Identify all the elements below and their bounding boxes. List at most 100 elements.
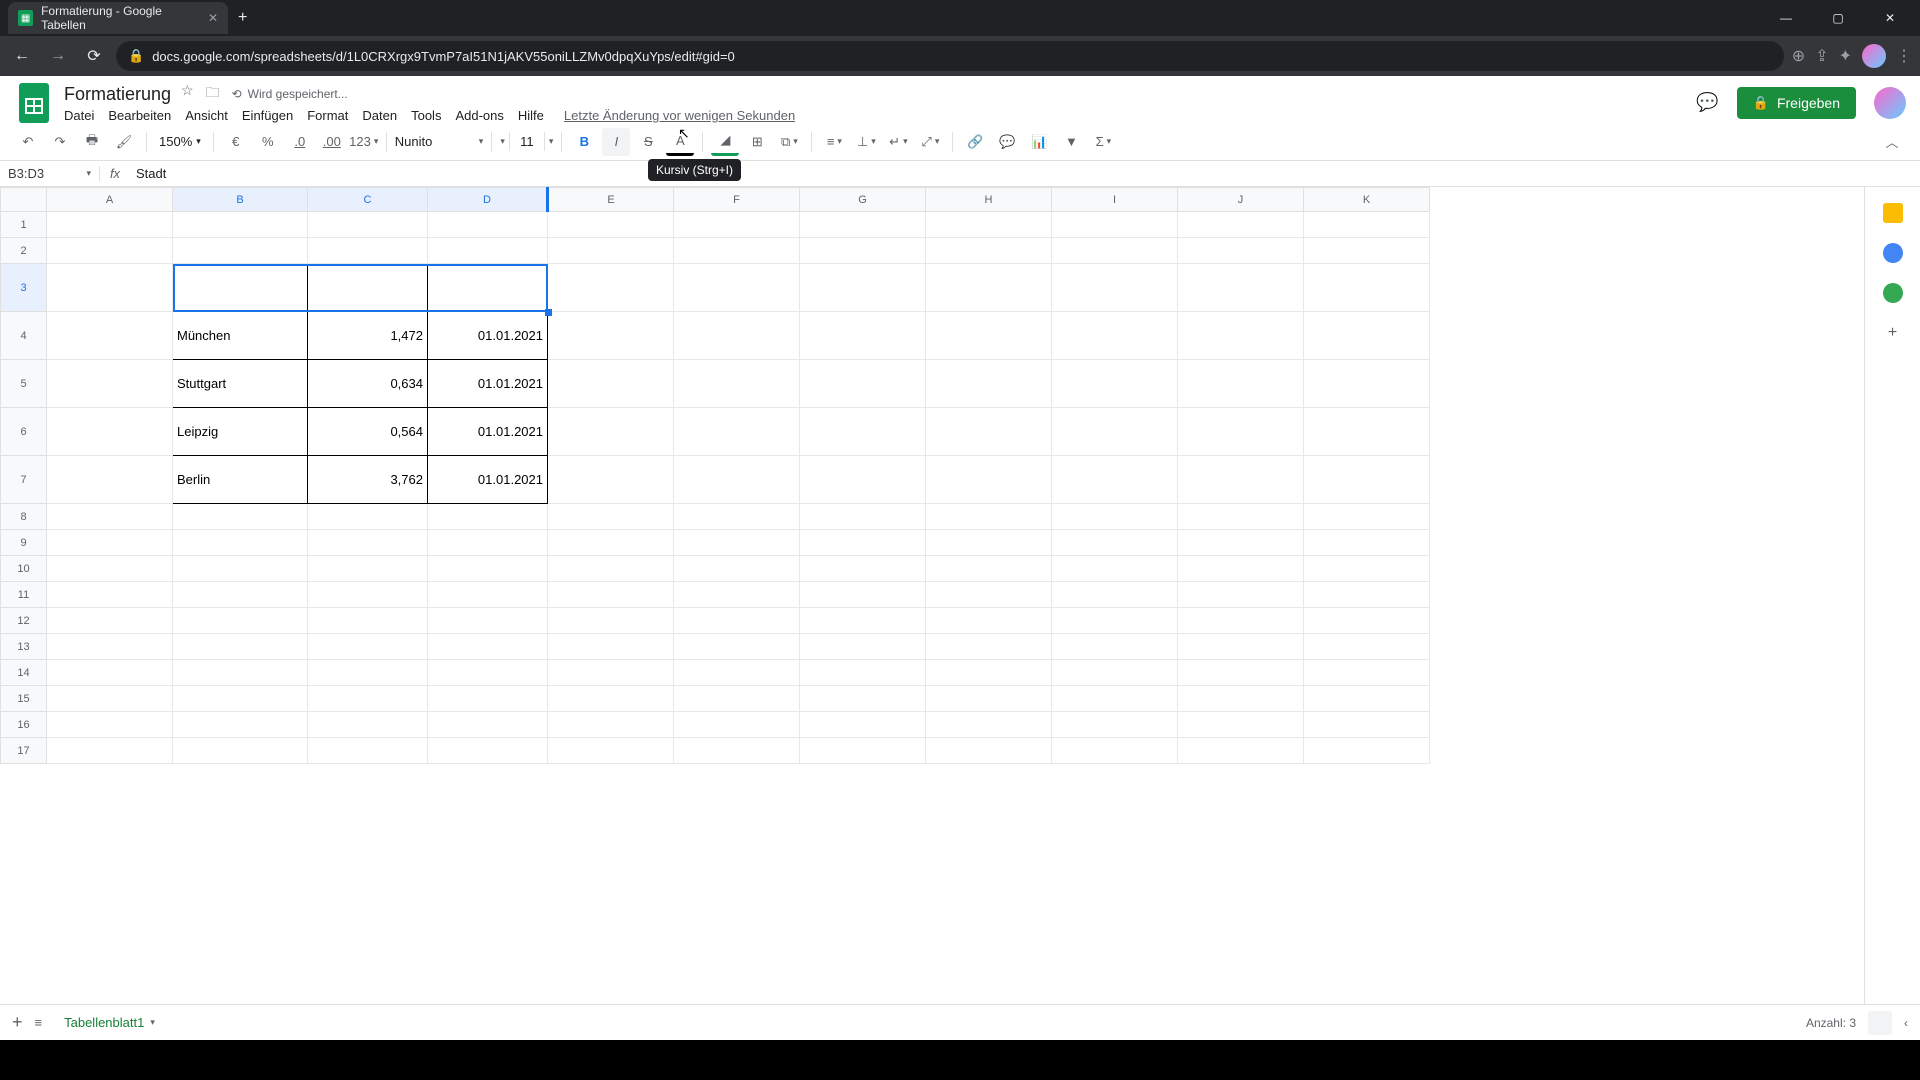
bold-button[interactable]: B bbox=[570, 128, 598, 156]
font-size-input[interactable]: 11 bbox=[509, 132, 545, 151]
back-button[interactable]: ← bbox=[8, 42, 36, 70]
menu-daten[interactable]: Daten bbox=[362, 108, 397, 123]
col-header[interactable]: F bbox=[674, 188, 800, 212]
menu-format[interactable]: Format bbox=[307, 108, 348, 123]
row-header[interactable]: 15 bbox=[1, 686, 47, 712]
insert-chart-button[interactable]: 📊 bbox=[1025, 128, 1053, 156]
selection-count[interactable]: Anzahl: 3 bbox=[1806, 1016, 1856, 1030]
add-addon-icon[interactable]: + bbox=[1883, 323, 1903, 343]
formula-input[interactable]: Stadt bbox=[130, 166, 172, 181]
row-header[interactable]: 7 bbox=[1, 456, 47, 504]
functions-button[interactable]: Σ bbox=[1089, 128, 1117, 156]
table-header-cell[interactable]: Einwohner (Mio) bbox=[308, 264, 428, 312]
menu-addons[interactable]: Add-ons bbox=[455, 108, 503, 123]
table-cell[interactable]: 3,762 bbox=[308, 456, 428, 504]
col-header[interactable]: I bbox=[1052, 188, 1178, 212]
star-icon[interactable]: ☆ bbox=[181, 82, 194, 106]
insert-link-button[interactable]: 🔗 bbox=[961, 128, 989, 156]
extensions-icon[interactable]: ✦ bbox=[1839, 46, 1852, 66]
row-header[interactable]: 5 bbox=[1, 360, 47, 408]
collapse-toolbar-button[interactable]: ︿ bbox=[1878, 128, 1906, 156]
zoom-icon[interactable]: ⊕ bbox=[1792, 46, 1805, 66]
profile-avatar-icon[interactable] bbox=[1862, 44, 1886, 68]
all-sheets-button[interactable]: ≡ bbox=[35, 1015, 43, 1030]
zoom-select[interactable]: 150%▾ bbox=[155, 134, 205, 149]
add-sheet-button[interactable]: + bbox=[12, 1012, 23, 1033]
table-cell[interactable]: München bbox=[173, 312, 308, 360]
row-header[interactable]: 9 bbox=[1, 530, 47, 556]
strikethrough-button[interactable]: S bbox=[634, 128, 662, 156]
sheets-logo-icon[interactable] bbox=[14, 83, 54, 123]
text-color-button[interactable]: A bbox=[666, 128, 694, 156]
col-header[interactable]: J bbox=[1178, 188, 1304, 212]
italic-button[interactable]: I bbox=[602, 128, 630, 156]
col-header[interactable]: E bbox=[548, 188, 674, 212]
font-size-increase[interactable]: ▾ bbox=[549, 136, 554, 147]
increase-decimal-button[interactable]: .00 bbox=[318, 128, 346, 156]
vertical-align-button[interactable]: ⊥ bbox=[852, 128, 880, 156]
undo-button[interactable]: ↶ bbox=[14, 128, 42, 156]
maximize-button[interactable]: ▢ bbox=[1816, 11, 1860, 25]
comments-icon[interactable]: 💬 bbox=[1696, 92, 1718, 113]
row-header[interactable]: 16 bbox=[1, 712, 47, 738]
new-tab-button[interactable]: + bbox=[228, 9, 257, 27]
table-header-cell[interactable]: Stadt bbox=[173, 264, 308, 312]
menu-bearbeiten[interactable]: Bearbeiten bbox=[108, 108, 171, 123]
row-header[interactable]: 8 bbox=[1, 504, 47, 530]
currency-button[interactable]: € bbox=[222, 128, 250, 156]
close-window-button[interactable]: ✕ bbox=[1868, 11, 1912, 25]
table-cell[interactable]: 1,472 bbox=[308, 312, 428, 360]
col-header[interactable]: H bbox=[926, 188, 1052, 212]
row-header[interactable]: 2 bbox=[1, 238, 47, 264]
paint-format-button[interactable]: 🖌 bbox=[110, 128, 138, 156]
share-button[interactable]: 🔒 Freigeben bbox=[1737, 87, 1856, 119]
minimize-button[interactable]: ― bbox=[1764, 11, 1808, 25]
explore-button[interactable] bbox=[1868, 1011, 1892, 1035]
name-box[interactable]: B3:D3 bbox=[0, 166, 100, 181]
selection-handle[interactable] bbox=[545, 309, 552, 316]
col-header[interactable]: B bbox=[173, 188, 308, 212]
forward-button[interactable]: → bbox=[44, 42, 72, 70]
share-icon[interactable]: ⇪ bbox=[1815, 46, 1828, 66]
row-header[interactable]: 10 bbox=[1, 556, 47, 582]
font-select[interactable]: Nunito bbox=[395, 134, 475, 149]
horizontal-align-button[interactable]: ≡ bbox=[820, 128, 848, 156]
menu-hilfe[interactable]: Hilfe bbox=[518, 108, 544, 123]
sheet-tab[interactable]: Tabellenblatt1 ▾ bbox=[54, 1011, 165, 1034]
col-header[interactable]: D bbox=[428, 188, 548, 212]
merge-cells-button[interactable]: ⧉ bbox=[775, 128, 803, 156]
table-cell[interactable]: 01.01.2021 bbox=[428, 312, 548, 360]
col-header[interactable]: A bbox=[47, 188, 173, 212]
row-header[interactable]: 14 bbox=[1, 660, 47, 686]
grid[interactable]: A B C D E F G H I J K 1 2 3 bbox=[0, 187, 1864, 1004]
chevron-left-icon[interactable]: ‹ bbox=[1904, 1016, 1908, 1030]
tasks-icon[interactable] bbox=[1883, 283, 1903, 303]
row-header[interactable]: 11 bbox=[1, 582, 47, 608]
text-wrap-button[interactable]: ↵ bbox=[884, 128, 912, 156]
row-header[interactable]: 13 bbox=[1, 634, 47, 660]
table-cell[interactable]: 0,634 bbox=[308, 360, 428, 408]
table-cell[interactable]: Berlin bbox=[173, 456, 308, 504]
table-header-cell[interactable]: Datum bbox=[428, 264, 548, 312]
table-cell[interactable]: Leipzig bbox=[173, 408, 308, 456]
row-header[interactable]: 1 bbox=[1, 212, 47, 238]
table-cell[interactable]: 01.01.2021 bbox=[428, 456, 548, 504]
chevron-down-icon[interactable]: ▾ bbox=[150, 1017, 155, 1028]
col-header[interactable]: G bbox=[800, 188, 926, 212]
calendar-icon[interactable] bbox=[1883, 203, 1903, 223]
col-header[interactable]: C bbox=[308, 188, 428, 212]
select-all-corner[interactable] bbox=[1, 188, 47, 212]
menu-icon[interactable]: ⋮ bbox=[1896, 46, 1912, 66]
table-cell[interactable]: Stuttgart bbox=[173, 360, 308, 408]
table-cell[interactable]: 01.01.2021 bbox=[428, 360, 548, 408]
reload-button[interactable]: ⟳ bbox=[80, 42, 108, 70]
keep-icon[interactable] bbox=[1883, 243, 1903, 263]
row-header[interactable]: 17 bbox=[1, 738, 47, 764]
table-cell[interactable]: 01.01.2021 bbox=[428, 408, 548, 456]
row-header[interactable]: 6 bbox=[1, 408, 47, 456]
row-header[interactable]: 12 bbox=[1, 608, 47, 634]
menu-ansicht[interactable]: Ansicht bbox=[185, 108, 228, 123]
browser-tab[interactable]: ▦ Formatierung - Google Tabellen ✕ bbox=[8, 2, 228, 34]
font-size-decrease[interactable]: ▾ bbox=[500, 136, 505, 147]
row-header[interactable]: 3 bbox=[1, 264, 47, 312]
